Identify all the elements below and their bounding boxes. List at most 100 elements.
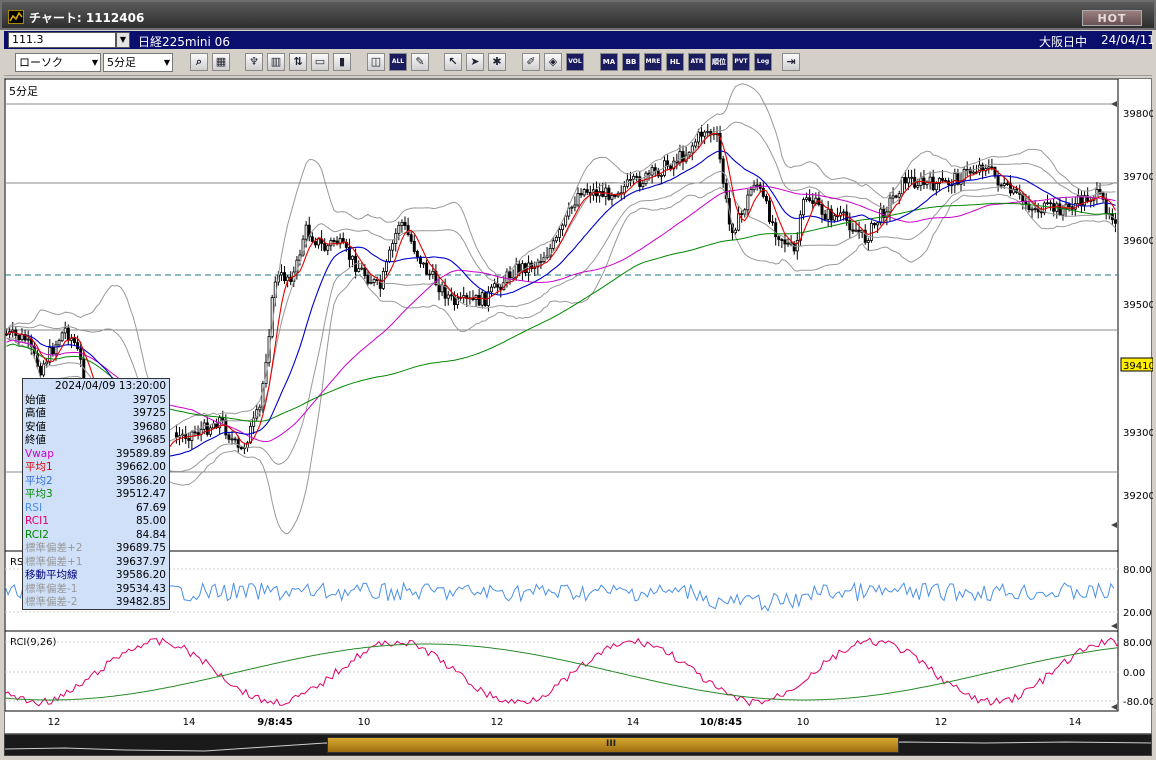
candle-body (449, 294, 453, 297)
candle-body (428, 273, 432, 276)
candle-body (907, 177, 910, 184)
tooltip-value: 39662.00 (115, 461, 166, 473)
tooltip-row: 終値 39685 (25, 434, 166, 448)
candle-body (653, 167, 657, 172)
palette-button[interactable]: ◈ (544, 53, 562, 71)
symbol-dropdown-button[interactable]: ▼ (116, 32, 130, 48)
candle-body (755, 184, 759, 187)
candle-body (415, 251, 419, 258)
candle-body (564, 215, 568, 226)
candle-body (332, 240, 336, 242)
candle-body (1005, 183, 1009, 185)
rank-button[interactable]: 順位 (710, 53, 728, 71)
candle-body (1039, 211, 1043, 214)
tooltip-value: 39512.47 (115, 488, 166, 500)
bb-button[interactable]: BB (622, 53, 640, 71)
tooltip-label: Vwap (25, 447, 54, 460)
candle-body (999, 184, 1003, 187)
tooltip-label: RCI2 (25, 528, 49, 541)
hot-button[interactable]: HOT (1082, 10, 1142, 26)
candle-body (737, 213, 741, 231)
candle-body (971, 171, 975, 174)
candle-body (891, 195, 895, 199)
tooltip-value: 39482.85 (115, 596, 166, 608)
scroll-thumb[interactable]: III (327, 737, 899, 753)
time-axis-label: 12 (48, 717, 61, 728)
cursor-button[interactable]: ↖ (444, 53, 462, 71)
log-button[interactable]: Log (754, 53, 772, 71)
candle-body (721, 158, 725, 184)
candle-body (659, 174, 663, 177)
timeframe-select[interactable]: 5分足 ▼ (103, 53, 173, 72)
time-axis-label: 14 (183, 717, 196, 728)
candle-body (869, 222, 873, 241)
candle-body (1067, 203, 1071, 208)
symbol-code-input[interactable]: 111.3 (8, 32, 116, 48)
pvt-button[interactable]: PVT (732, 53, 750, 71)
layout-button[interactable]: ▦ (212, 53, 230, 71)
ohlc-button[interactable]: ▥ (267, 53, 285, 71)
search-button[interactable]: ⌕ (190, 53, 208, 71)
candle-body (987, 166, 991, 169)
candle-body (746, 194, 750, 211)
candle-body (187, 438, 191, 441)
grip-icon: III (606, 739, 617, 749)
candle-body (351, 255, 354, 260)
tooltip-label: 移動平均線 (25, 569, 78, 581)
ma-button[interactable]: MA (600, 53, 618, 71)
symbol-name: 日経225mini 06 (138, 35, 230, 49)
all-button[interactable]: ALL (389, 53, 407, 71)
candle-body (174, 432, 178, 438)
sell-buy-button[interactable]: ⇅ (289, 53, 307, 71)
candle-body (910, 176, 914, 179)
chevron-down-icon: ▼ (91, 58, 98, 67)
window-titlebar: チャート: 1112406 HOT (0, 0, 1156, 30)
axis-marker-icon (1111, 522, 1117, 528)
atr-button[interactable]: ATR (688, 53, 706, 71)
candle-mark-button[interactable]: ♆ (245, 53, 263, 71)
hl-button[interactable]: HL (666, 53, 684, 71)
candle-body (582, 189, 586, 196)
time-axis-label: 10 (358, 717, 371, 728)
candle-body (551, 240, 555, 249)
rsi-axis-label: 80.00 (1123, 565, 1152, 576)
candle-body (777, 236, 781, 240)
tooltip-value: 84.84 (135, 528, 166, 541)
candle-body (783, 239, 787, 245)
candle-body (635, 175, 639, 178)
candle-body (764, 195, 768, 202)
candle-body (786, 242, 790, 245)
candle-body (313, 241, 317, 246)
blank-button[interactable]: ▭ (311, 53, 329, 71)
tooltip-row: 標準偏差-1 39534.43 (25, 583, 166, 597)
chart-type-select[interactable]: ローソク ▼ (15, 53, 101, 72)
chart-area[interactable]: 39800 39700 39600 39500 39300 39200 39410 RSI 80… (4, 78, 1153, 735)
gear-button[interactable]: ✱ (488, 53, 506, 71)
tooltip-value: 39586.20 (115, 569, 166, 581)
current-date: 24/04/11 (1101, 33, 1155, 47)
tooltip-value: 39680 (132, 420, 166, 433)
candle-body (579, 193, 583, 196)
vol-button[interactable]: VOL (566, 53, 584, 71)
box-button[interactable]: ◫ (367, 53, 385, 71)
brush-button[interactable]: ✐ (522, 53, 540, 71)
arrow-button[interactable]: ➤ (466, 53, 484, 71)
candle-body (897, 193, 901, 198)
candle-body (879, 208, 883, 224)
candle-body (517, 263, 521, 273)
mre-button[interactable]: MRE (644, 53, 662, 71)
candle-body (360, 267, 364, 270)
tooltip-datetime: 2024/04/09 13:20:00 (54, 380, 166, 392)
exit-button[interactable]: ⇥ (782, 53, 800, 71)
candle-button[interactable]: ▮ (333, 53, 351, 71)
chart-scrollbar[interactable]: III (4, 734, 1152, 756)
candle-body (854, 229, 858, 232)
candle-body (184, 433, 188, 439)
price-axis-label: 39700 (1123, 172, 1153, 183)
chart-canvas[interactable]: 39800 39700 39600 39500 39300 39200 39410 RSI 80… (5, 79, 1153, 735)
candle-body (820, 204, 824, 215)
candle-body (539, 261, 543, 263)
pen-button[interactable]: ✎ (411, 53, 429, 71)
current-price-value: 39410 (1123, 361, 1153, 372)
candle-body (740, 213, 744, 216)
